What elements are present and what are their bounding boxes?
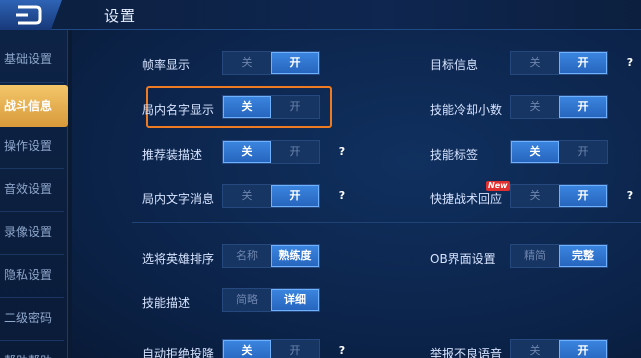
skill-tags-label: 技能标签 [430, 148, 479, 162]
sidebar-item-battle-info[interactable]: 战斗信息 [0, 85, 68, 127]
skill-desc-detailed-option[interactable]: 详细 [271, 289, 319, 311]
in-game-names-label: 局内名字显示 [142, 103, 215, 117]
quick-tactic-toggle: 关 开 [510, 184, 608, 208]
target-info-on-option[interactable]: 开 [559, 52, 607, 74]
target-info-help-icon[interactable]: ? [623, 56, 637, 70]
report-voice-off-option[interactable]: 关 [511, 340, 559, 358]
sidebar-item-replay[interactable]: 录像设置 [0, 211, 68, 253]
ob-ui-label: OB界面设置 [430, 252, 496, 266]
quick-tactic-help-icon[interactable]: ? [623, 189, 637, 203]
sidebar-divider [0, 82, 64, 83]
skill-tags-off-option[interactable]: 关 [511, 141, 559, 163]
ob-ui-full-option[interactable]: 完整 [559, 245, 607, 267]
sidebar-item-secondary-password[interactable]: 二级密码 [0, 297, 68, 339]
auto-refuse-surrender-help-icon[interactable]: ? [335, 344, 349, 358]
back-button[interactable] [0, 0, 62, 30]
quick-tactic-on-option[interactable]: 开 [559, 185, 607, 207]
sidebar-item-help[interactable]: 帮助帮助 [0, 340, 68, 358]
report-voice-label: 举报不良语音 [430, 347, 503, 358]
report-voice-on-option[interactable]: 开 [559, 340, 607, 358]
target-info-toggle: 关 开 [510, 51, 608, 75]
sidebar-item-controls[interactable]: 操作设置 [0, 125, 68, 167]
sidebar-item-basic[interactable]: 基础设置 [0, 38, 68, 80]
skill-desc-toggle: 简略 详细 [222, 288, 320, 312]
auto-refuse-surrender-toggle: 关 开 [222, 339, 320, 358]
quick-tactic-off-option[interactable]: 关 [511, 185, 559, 207]
in-game-text-on-option[interactable]: 开 [271, 185, 319, 207]
sidebar-item-sound[interactable]: 音效设置 [0, 168, 68, 210]
skill-desc-brief-option[interactable]: 简略 [223, 289, 271, 311]
section-divider [132, 222, 641, 223]
in-game-names-toggle: 关 开 [222, 95, 320, 119]
sidebar: 基础设置 战斗信息 操作设置 音效设置 录像设置 隐私设置 二级密码 帮助帮助 [0, 30, 68, 358]
quick-tactic-label: 快捷战术回应 [430, 192, 503, 206]
report-voice-toggle: 关 开 [510, 339, 608, 358]
skill-cd-decimal-on-option[interactable]: 开 [559, 96, 607, 118]
target-info-label: 目标信息 [430, 58, 479, 72]
in-game-names-on-option[interactable]: 开 [271, 96, 319, 118]
in-game-text-help-icon[interactable]: ? [335, 189, 349, 203]
auto-refuse-surrender-off-option[interactable]: 关 [223, 340, 271, 358]
skill-tags-on-option[interactable]: 开 [559, 141, 607, 163]
fps-on-option[interactable]: 开 [271, 52, 319, 74]
auto-refuse-surrender-on-option[interactable]: 开 [271, 340, 319, 358]
fps-toggle: 关 开 [222, 51, 320, 75]
in-game-text-toggle: 关 开 [222, 184, 320, 208]
in-game-text-off-option[interactable]: 关 [223, 185, 271, 207]
in-game-text-label: 局内文字消息 [142, 192, 215, 206]
top-bar: 设置 [0, 0, 641, 30]
recommended-gear-on-option[interactable]: 开 [271, 141, 319, 163]
hero-sort-label: 选将英雄排序 [142, 252, 215, 266]
back-arrow-icon [16, 5, 42, 25]
fps-off-option[interactable]: 关 [223, 52, 271, 74]
auto-refuse-surrender-label: 自动拒绝投降 [142, 347, 215, 358]
skill-cd-decimal-toggle: 关 开 [510, 95, 608, 119]
hero-sort-proficiency-option[interactable]: 熟练度 [271, 245, 319, 267]
recommended-gear-toggle: 关 开 [222, 140, 320, 164]
hero-sort-name-option[interactable]: 名称 [223, 245, 271, 267]
recommended-gear-help-icon[interactable]: ? [335, 145, 349, 159]
recommended-gear-off-option[interactable]: 关 [223, 141, 271, 163]
skill-cd-decimal-off-option[interactable]: 关 [511, 96, 559, 118]
skill-tags-toggle: 关 开 [510, 140, 608, 164]
sidebar-item-privacy[interactable]: 隐私设置 [0, 254, 68, 296]
skill-desc-label: 技能描述 [142, 296, 191, 310]
hero-sort-toggle: 名称 熟练度 [222, 244, 320, 268]
fps-label: 帧率显示 [142, 58, 191, 72]
skill-cd-decimal-label: 技能冷却小数 [430, 103, 503, 117]
ob-ui-simple-option[interactable]: 精简 [511, 245, 559, 267]
page-title: 设置 [104, 7, 137, 25]
in-game-names-off-option[interactable]: 关 [223, 96, 271, 118]
recommended-gear-label: 推荐装描述 [142, 148, 203, 162]
ob-ui-toggle: 精简 完整 [510, 244, 608, 268]
target-info-off-option[interactable]: 关 [511, 52, 559, 74]
new-badge: New [486, 181, 510, 191]
